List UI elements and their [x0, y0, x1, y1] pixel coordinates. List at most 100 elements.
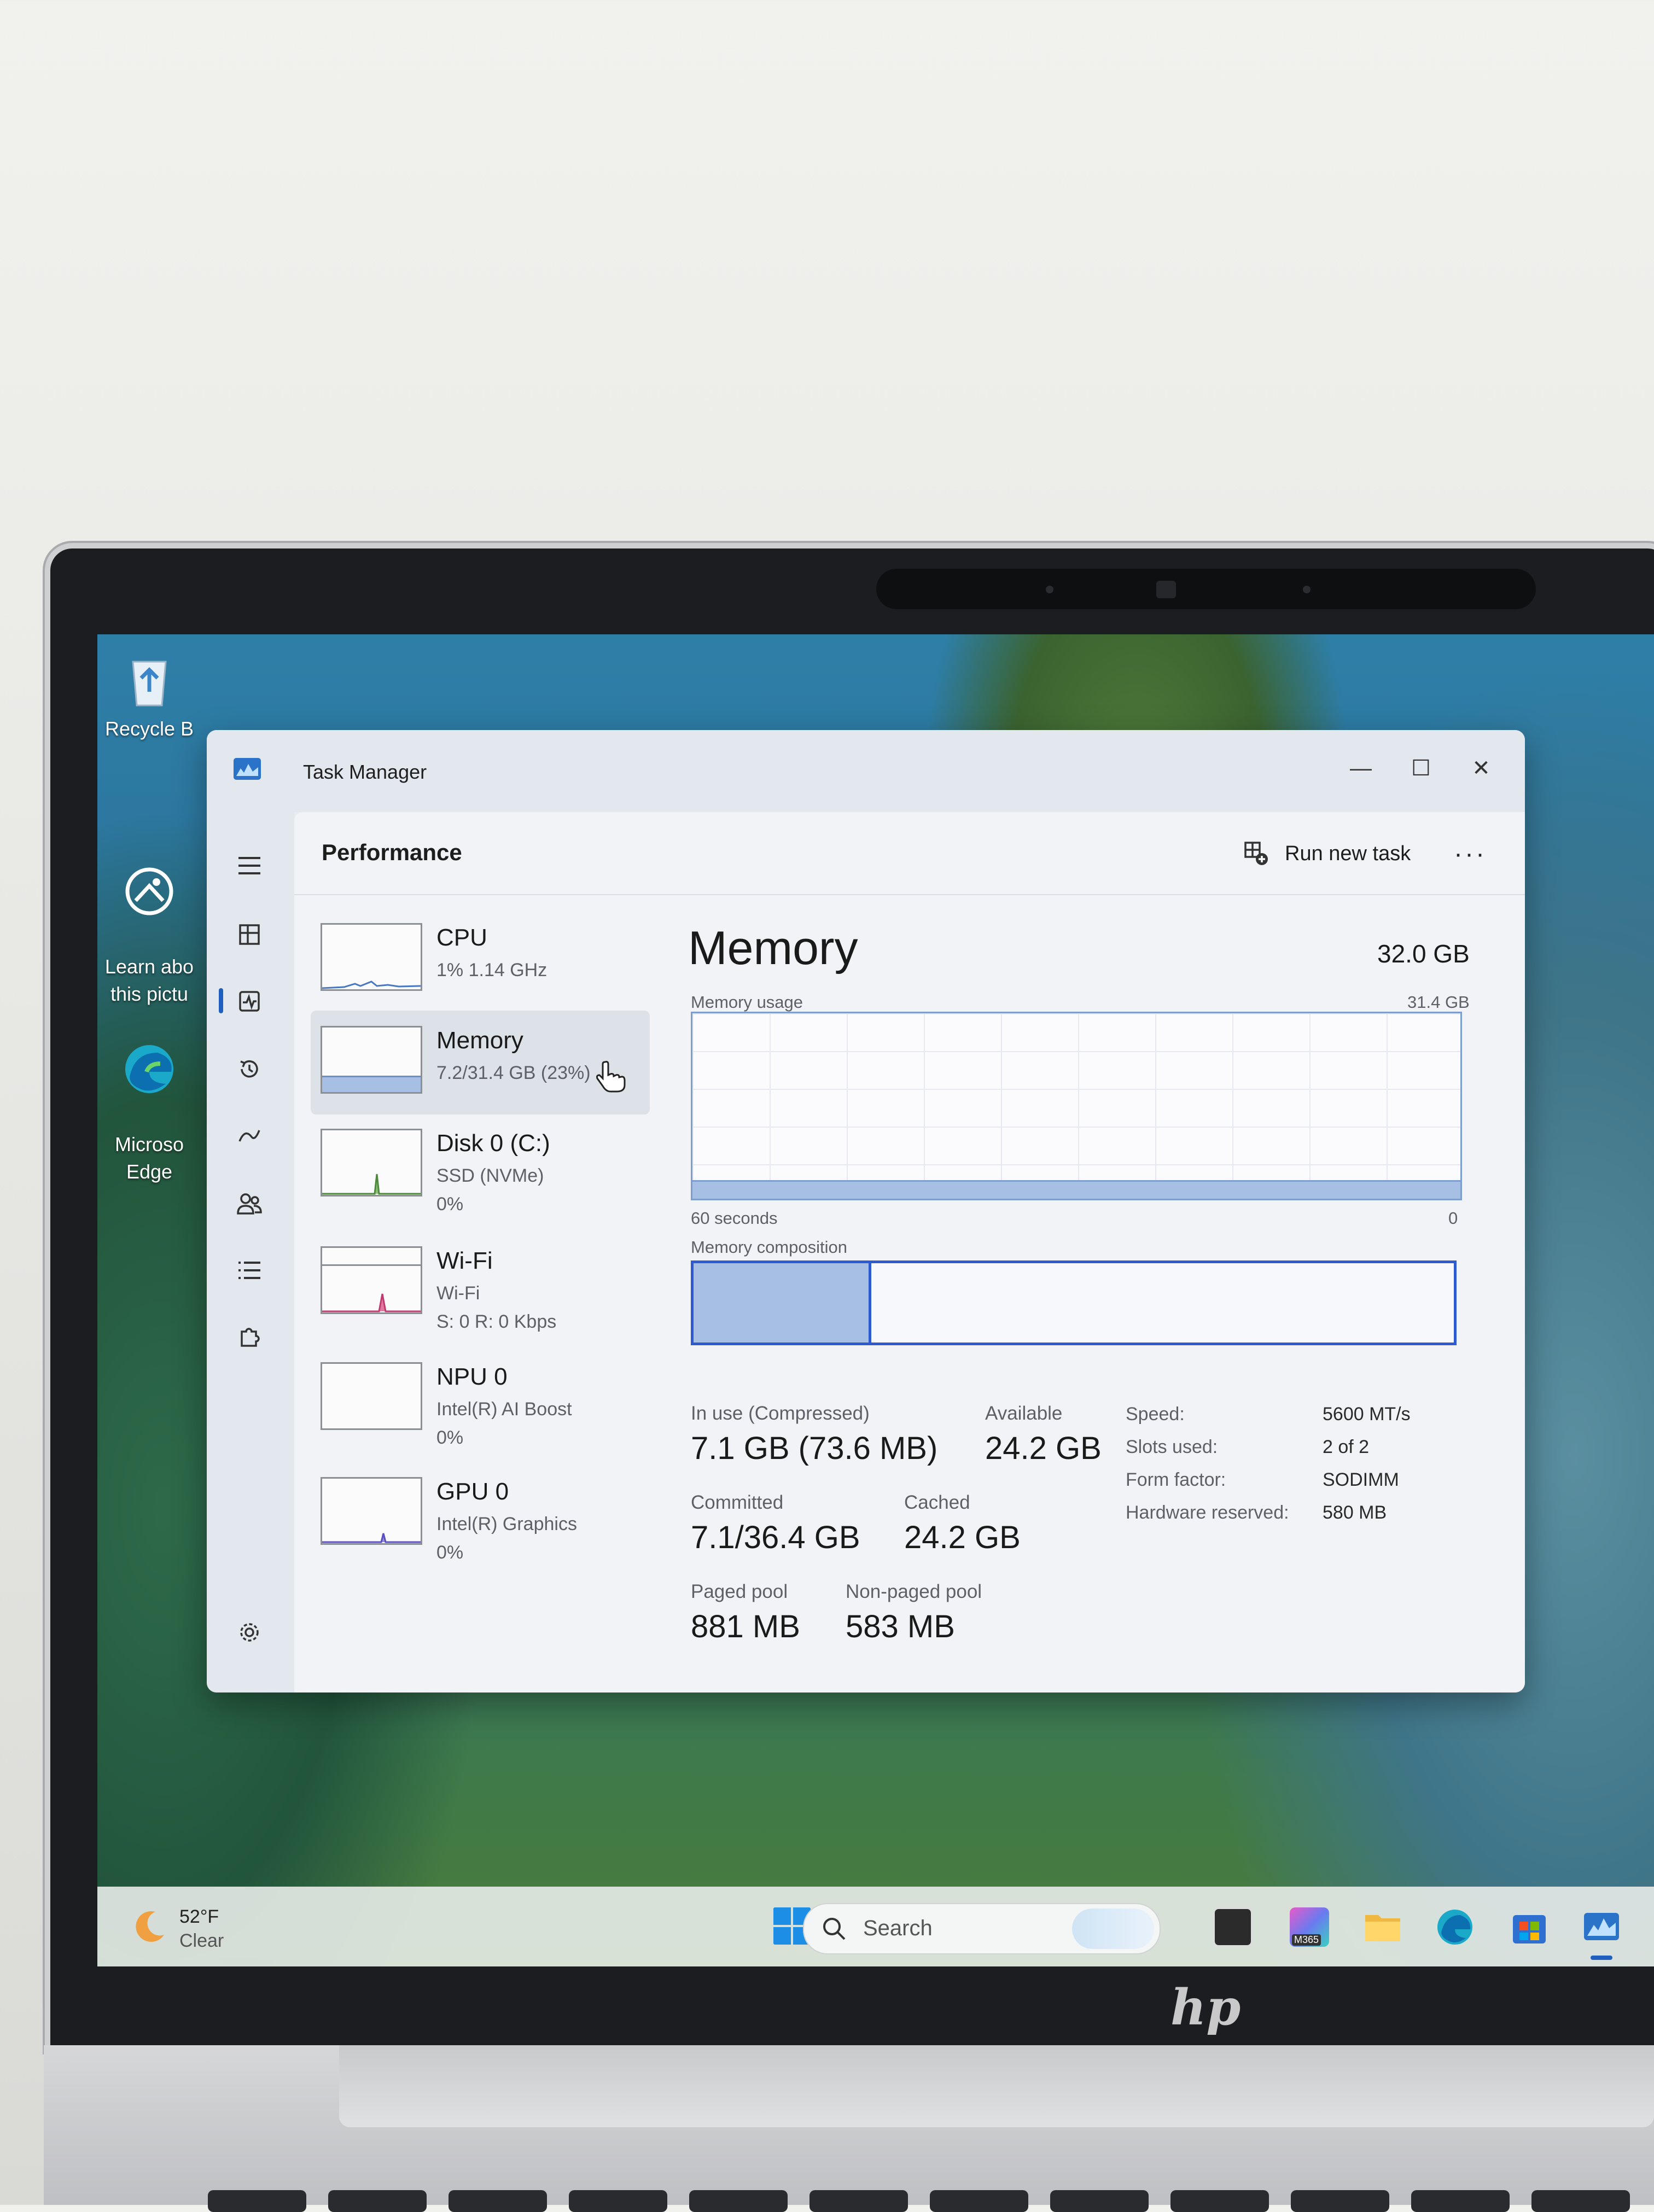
keyboard-key — [930, 2190, 1028, 2212]
device-detail: 1% 1.14 GHz — [436, 960, 548, 980]
search-highlight-image — [1072, 1908, 1154, 1949]
disk-sparkline — [322, 1174, 421, 1195]
nav-services[interactable] — [234, 1322, 265, 1352]
device-name: CPU — [436, 924, 487, 951]
spec-label: Hardware reserved: — [1126, 1502, 1289, 1523]
hamburger-icon — [238, 857, 260, 874]
sensor-dot — [1046, 586, 1053, 593]
keyboard-key — [328, 2190, 427, 2212]
device-name: Wi-Fi — [436, 1247, 493, 1274]
edge-browser-icon[interactable] — [1435, 1907, 1475, 1947]
memory-heading: Memory — [688, 922, 858, 974]
microsoft-365-copilot-icon[interactable]: M365 — [1290, 1907, 1329, 1947]
in-use-value: 7.1 GB (73.6 MB) — [691, 1431, 938, 1466]
device-name: NPU 0 — [436, 1363, 508, 1390]
device-detail: S: 0 R: 0 Kbps — [436, 1311, 557, 1332]
minimize-button[interactable]: — — [1339, 746, 1383, 790]
taskbar-search-box[interactable]: Search — [803, 1903, 1161, 1954]
edge-icon — [125, 1045, 173, 1093]
desktop-icon-edge[interactable]: Microso Edge — [97, 1012, 207, 1186]
hamburger-menu-button[interactable] — [234, 850, 265, 881]
keyboard-key — [569, 2190, 667, 2212]
committed-value: 7.1/36.4 GB — [691, 1520, 860, 1555]
microsoft-store-icon[interactable] — [1510, 1907, 1549, 1947]
performance-pane: Performance Run new task ··· CPU 1% 1.14… — [294, 812, 1525, 1692]
task-manager-taskbar-icon[interactable] — [1582, 1907, 1621, 1947]
device-item-npu[interactable]: NPU 0 Intel(R) AI Boost 0% — [311, 1347, 650, 1451]
device-detail: Intel(R) AI Boost — [436, 1399, 572, 1420]
history-icon — [240, 1060, 258, 1078]
keyboard-key — [208, 2190, 306, 2212]
device-name: GPU 0 — [436, 1478, 509, 1505]
minimize-icon: — — [1350, 756, 1372, 780]
spec-label: Slots used: — [1126, 1437, 1218, 1457]
spec-value: 580 MB — [1323, 1502, 1387, 1523]
page-title: Performance — [322, 839, 462, 865]
gear-icon — [240, 1623, 259, 1642]
memory-usage-fill — [692, 1180, 1460, 1199]
more-options-button[interactable]: ··· — [1448, 832, 1492, 876]
non-paged-pool-label: Non-paged pool — [846, 1581, 982, 1602]
device-item-wifi[interactable]: Wi-Fi Wi-Fi S: 0 R: 0 Kbps — [311, 1231, 650, 1335]
desktop-icon-label: Learn abo this pictu — [104, 955, 194, 1005]
hand-cursor-icon — [596, 1061, 626, 1093]
sensor-dot — [1303, 586, 1311, 593]
wifi-mini-graph — [321, 1246, 422, 1314]
desktop-icon-spotlight[interactable]: Learn abo this pictu — [97, 834, 207, 1008]
device-item-memory[interactable]: Memory 7.2/31.4 GB (23%) — [311, 1011, 650, 1114]
memory-in-use-segment — [694, 1263, 871, 1343]
task-view-icon[interactable] — [1213, 1907, 1253, 1947]
desktop-icon-recycle-bin[interactable]: Recycle B — [97, 651, 207, 743]
nav-settings[interactable] — [234, 1617, 265, 1648]
details-list-icon — [238, 1262, 260, 1279]
task-manager-app-icon — [234, 758, 261, 780]
laptop-hinge — [339, 2045, 1654, 2127]
device-detail: 0% — [436, 1542, 464, 1563]
device-item-cpu[interactable]: CPU 1% 1.14 GHz — [311, 908, 650, 1012]
memory-composition-bar — [691, 1260, 1457, 1345]
run-new-task-button[interactable]: Run new task — [1243, 832, 1411, 876]
keyboard-key — [1050, 2190, 1149, 2212]
processes-icon — [239, 924, 260, 945]
paged-pool-label: Paged pool — [691, 1581, 788, 1602]
graph-time-left: 60 seconds — [691, 1209, 778, 1228]
maximize-button[interactable]: ☐ — [1399, 746, 1443, 790]
nav-details[interactable] — [234, 1255, 265, 1286]
memory-total: 32.0 GB — [1377, 939, 1470, 968]
recycle-bin-icon — [132, 661, 167, 707]
close-button[interactable]: ✕ — [1459, 746, 1503, 790]
nav-startup-apps[interactable] — [234, 1120, 265, 1151]
hp-logo: hp — [1170, 1978, 1241, 2036]
file-explorer-icon[interactable] — [1363, 1907, 1402, 1947]
memory-usage-max: 31.4 GB — [1407, 993, 1470, 1012]
nav-users[interactable] — [234, 1188, 265, 1219]
memory-composition-label: Memory composition — [691, 1238, 847, 1257]
spec-label: Form factor: — [1126, 1469, 1226, 1490]
webcam-lens — [1156, 581, 1176, 598]
cached-label: Cached — [904, 1492, 970, 1513]
window-title: Task Manager — [303, 761, 427, 783]
nav-app-history[interactable] — [234, 1054, 265, 1084]
memory-usage-label: Memory usage — [691, 993, 803, 1012]
title-bar[interactable]: Task Manager — ☐ ✕ — [207, 730, 1525, 812]
device-detail: 0% — [436, 1427, 464, 1448]
keyboard-key — [1170, 2190, 1269, 2212]
device-item-disk[interactable]: Disk 0 (C:) SSD (NVMe) 0% — [311, 1113, 650, 1217]
run-new-task-label: Run new task — [1285, 842, 1411, 865]
camera-icon — [125, 867, 173, 915]
device-name: Disk 0 (C:) — [436, 1130, 550, 1157]
nav-processes[interactable] — [234, 919, 265, 950]
screen: Recycle B Learn abo this pictu Microso E… — [97, 634, 1654, 1966]
device-name: Memory — [436, 1027, 523, 1054]
webcam-bar — [876, 569, 1536, 609]
non-paged-pool-value: 583 MB — [846, 1609, 955, 1644]
device-item-gpu[interactable]: GPU 0 Intel(R) Graphics 0% — [311, 1462, 650, 1566]
disk-mini-graph — [321, 1129, 422, 1197]
more-icon: ··· — [1454, 839, 1487, 868]
desktop-icon-label: Recycle B — [104, 717, 194, 740]
weather-temperature: 52°F — [179, 1906, 219, 1927]
keyboard-key — [1411, 2190, 1510, 2212]
services-puzzle-icon — [241, 1328, 260, 1347]
nav-performance[interactable] — [234, 986, 265, 1017]
search-icon — [823, 1918, 846, 1940]
